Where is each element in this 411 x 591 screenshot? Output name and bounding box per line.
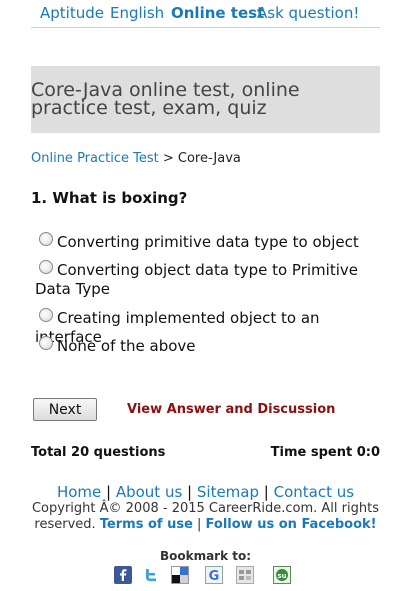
next-button[interactable]: Next <box>33 398 97 421</box>
option-label: Converting primitive data type to object <box>57 233 359 251</box>
radio-button[interactable] <box>39 232 53 246</box>
page-title: Core-Java online test, online practice t… <box>31 79 300 119</box>
footer-about-link[interactable]: About us <box>116 483 182 501</box>
nav-online-test[interactable]: Online test <box>171 4 264 22</box>
breadcrumb-separator: > <box>158 151 178 166</box>
svg-text:su: su <box>277 572 286 580</box>
title-box: Core-Java online test, online practice t… <box>31 66 380 133</box>
time-spent: Time spent 0:0 <box>270 445 380 460</box>
footer-home-link[interactable]: Home <box>57 483 101 501</box>
radio-button[interactable] <box>39 336 53 350</box>
top-nav: Aptitude English Online test Ask questio… <box>31 0 380 28</box>
option-label: None of the above <box>57 337 196 355</box>
total-questions: Total 20 questions <box>31 445 166 460</box>
question-text: 1. What is boxing? <box>31 189 188 207</box>
answer-option[interactable]: Converting primitive data type to object <box>35 232 380 252</box>
footer-separator: | <box>192 517 206 532</box>
option-label: Converting object data type to Primitive… <box>35 261 358 298</box>
delicious-icon[interactable] <box>171 566 189 584</box>
stumbleupon-icon[interactable]: su <box>273 566 291 584</box>
svg-text:G: G <box>209 569 220 583</box>
breadcrumb-link[interactable]: Online Practice Test <box>31 151 159 166</box>
google-icon[interactable]: G <box>205 566 223 584</box>
facebook-icon[interactable] <box>114 566 132 584</box>
answer-option[interactable]: Converting object data type to Primitive… <box>35 260 380 299</box>
breadcrumb: Online Practice Test > Core-Java <box>31 151 241 166</box>
breadcrumb-current: Core-Java <box>177 151 241 166</box>
footer-separator: | <box>182 483 197 501</box>
footer-separator: | <box>259 483 274 501</box>
terms-link[interactable]: Terms of use <box>100 517 193 532</box>
radio-button[interactable] <box>39 308 53 322</box>
footer-contact-link[interactable]: Contact us <box>274 483 354 501</box>
digg-icon[interactable] <box>236 566 254 584</box>
facebook-follow-link[interactable]: Follow us on Facebook! <box>206 517 377 532</box>
radio-button[interactable] <box>39 260 53 274</box>
bookmark-label: Bookmark to: <box>159 549 252 563</box>
nav-ask-question[interactable]: Ask question! <box>257 4 359 22</box>
view-answer-link[interactable]: View Answer and Discussion <box>127 402 335 417</box>
nav-english[interactable]: English <box>110 4 164 22</box>
twitter-icon[interactable] <box>142 566 160 584</box>
footer-links: Home | About us | Sitemap | Contact us <box>0 483 411 501</box>
nav-aptitude[interactable]: Aptitude <box>40 4 104 22</box>
footer-sitemap-link[interactable]: Sitemap <box>197 483 259 501</box>
footer-separator: | <box>101 483 116 501</box>
answer-option[interactable]: None of the above <box>35 336 380 356</box>
copyright-block: Copyright Â© 2008 - 2015 CareerRide.com.… <box>31 501 380 533</box>
